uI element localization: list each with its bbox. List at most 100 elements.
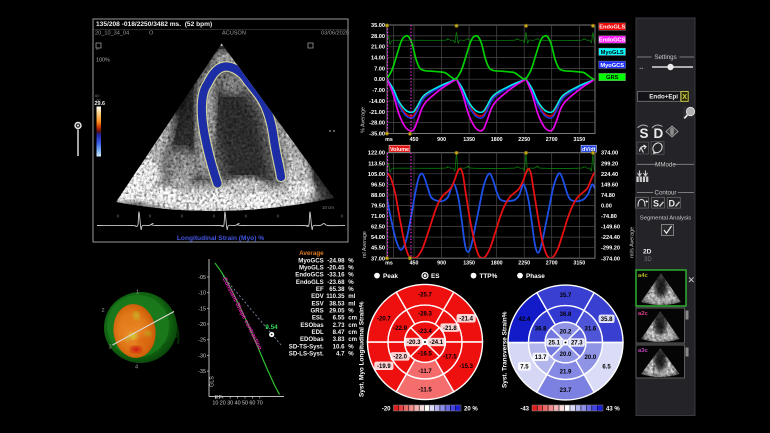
svg-text:ESL: ESL [312,315,324,322]
svg-text:113.50: 113.50 [368,161,385,167]
svg-text:-16.5: -16.5 [418,352,432,358]
svg-text:D: D [654,126,664,141]
svg-text:110.35: 110.35 [326,293,345,300]
svg-text:374.00: 374.00 [601,151,618,157]
svg-text:%: % [348,265,354,272]
svg-text:-10: -10 [198,291,206,297]
svg-text:900: 900 [437,261,446,267]
svg-text:SD-LS-Syst.: SD-LS-Syst. [289,351,324,358]
svg-text:-25: -25 [198,338,206,344]
svg-text:96.50: 96.50 [371,182,385,188]
svg-text:-15.3: -15.3 [459,364,473,370]
svg-text:299.20: 299.20 [601,161,618,167]
svg-text:10: 10 [212,401,218,407]
svg-text:28.00: 28.00 [371,34,385,40]
svg-text:-30: -30 [198,353,206,359]
svg-text:-21.00: -21.00 [369,110,385,116]
svg-text:cm: cm [348,322,357,329]
svg-text:Average: Average [299,250,324,257]
svg-text:TTP%: TTP% [480,273,498,280]
svg-text:MyoGLS: MyoGLS [601,50,624,56]
svg-text:MyoGCS: MyoGCS [600,63,624,69]
svg-text:-149.60: -149.60 [601,225,620,231]
svg-text:-11.7: -11.7 [418,369,432,375]
svg-text:↔: ↔ [638,65,645,72]
svg-text:21.9: 21.9 [560,370,572,376]
svg-text:ml Average: ml Average [362,231,368,258]
svg-text:Longitudinal Strain (Myo) %: Longitudinal Strain (Myo) % [177,235,264,242]
svg-text:-224.40: -224.40 [601,235,620,241]
svg-text:Contour: Contour [654,190,676,197]
svg-text:%: % [348,272,354,279]
svg-text:-299.20: -299.20 [601,246,620,252]
svg-text:GRS: GRS [606,75,619,81]
svg-text:30: 30 [227,401,233,407]
svg-text:D: D [669,199,676,209]
svg-text:3150: 3150 [573,261,585,267]
svg-text:2.73: 2.73 [333,322,345,329]
svg-text:42.4: 42.4 [519,317,531,323]
svg-text:1800: 1800 [491,137,503,143]
svg-text:20 %: 20 % [464,407,478,413]
svg-text:-20: -20 [198,322,206,328]
svg-text:20: 20 [220,401,226,407]
svg-text:ESObas: ESObas [300,322,324,329]
svg-text:-15: -15 [198,306,206,312]
svg-text:27.3: 27.3 [571,341,583,347]
svg-text:62.50: 62.50 [371,225,385,231]
svg-text:Volume: Volume [390,147,409,153]
svg-text:74.80: 74.80 [601,193,615,199]
svg-text:%: % [348,286,354,293]
svg-text:EndoGLS: EndoGLS [599,25,625,31]
svg-text:35.8: 35.8 [601,317,613,323]
svg-text:EndoGCS: EndoGCS [599,38,626,44]
svg-text:29.05: 29.05 [329,308,345,315]
svg-text:0.00: 0.00 [601,204,612,210]
svg-text:10.6: 10.6 [333,343,345,350]
svg-text:4.7: 4.7 [336,351,345,358]
svg-text:%: % [348,279,354,286]
svg-text:cm: cm [348,315,357,322]
svg-text:25.1: 25.1 [548,341,560,347]
svg-text:6.55: 6.55 [333,315,345,322]
svg-text:60: 60 [249,401,255,407]
svg-text:20_10_34_04: 20_10_34_04 [95,31,129,37]
svg-text:-35.00: -35.00 [369,132,385,138]
svg-text:cm: cm [348,329,357,336]
svg-text:a4c: a4c [638,273,648,279]
svg-text:ms: ms [385,261,393,267]
svg-text:EndoGLS: EndoGLS [296,279,324,286]
svg-text:100%: 100% [96,58,110,64]
svg-text:ms: ms [385,137,393,143]
svg-text:9.54: 9.54 [265,324,278,331]
svg-text:71.00: 71.00 [371,214,385,220]
svg-text:-05: -05 [198,275,206,281]
svg-text:1350: 1350 [463,261,475,267]
svg-text:-25.7: -25.7 [418,293,432,299]
svg-text:-374.00: -374.00 [601,256,620,262]
svg-text:EDObas: EDObas [300,336,324,343]
svg-text:21.00: 21.00 [371,45,385,51]
svg-text:36.8: 36.8 [535,326,547,332]
svg-text:54.00: 54.00 [371,235,385,241]
svg-text:-22.9: -22.9 [393,326,407,332]
svg-text:31.6: 31.6 [585,326,597,332]
svg-text:450: 450 [410,137,419,143]
svg-text:35.7: 35.7 [560,293,572,299]
svg-text:2700: 2700 [546,261,558,267]
svg-text:Segmental Analysis: Segmental Analysis [640,216,691,222]
svg-text:6.5: 6.5 [602,364,611,370]
svg-text:%: % [348,257,354,264]
svg-text:MyoGLS: MyoGLS [299,265,324,272]
svg-text:O: O [149,31,154,37]
svg-text:2250: 2250 [518,137,530,143]
svg-text:23.7: 23.7 [560,388,572,394]
svg-text:10 cm: 10 cm [322,205,334,210]
svg-text:38.53: 38.53 [329,300,345,307]
svg-text:3D: 3D [644,257,652,263]
svg-text:450: 450 [410,261,419,267]
svg-text:37.00: 37.00 [371,256,385,262]
svg-text:GLS: GLS [210,376,216,387]
svg-text:3.83: 3.83 [333,336,345,343]
svg-text:%: % [348,351,354,358]
